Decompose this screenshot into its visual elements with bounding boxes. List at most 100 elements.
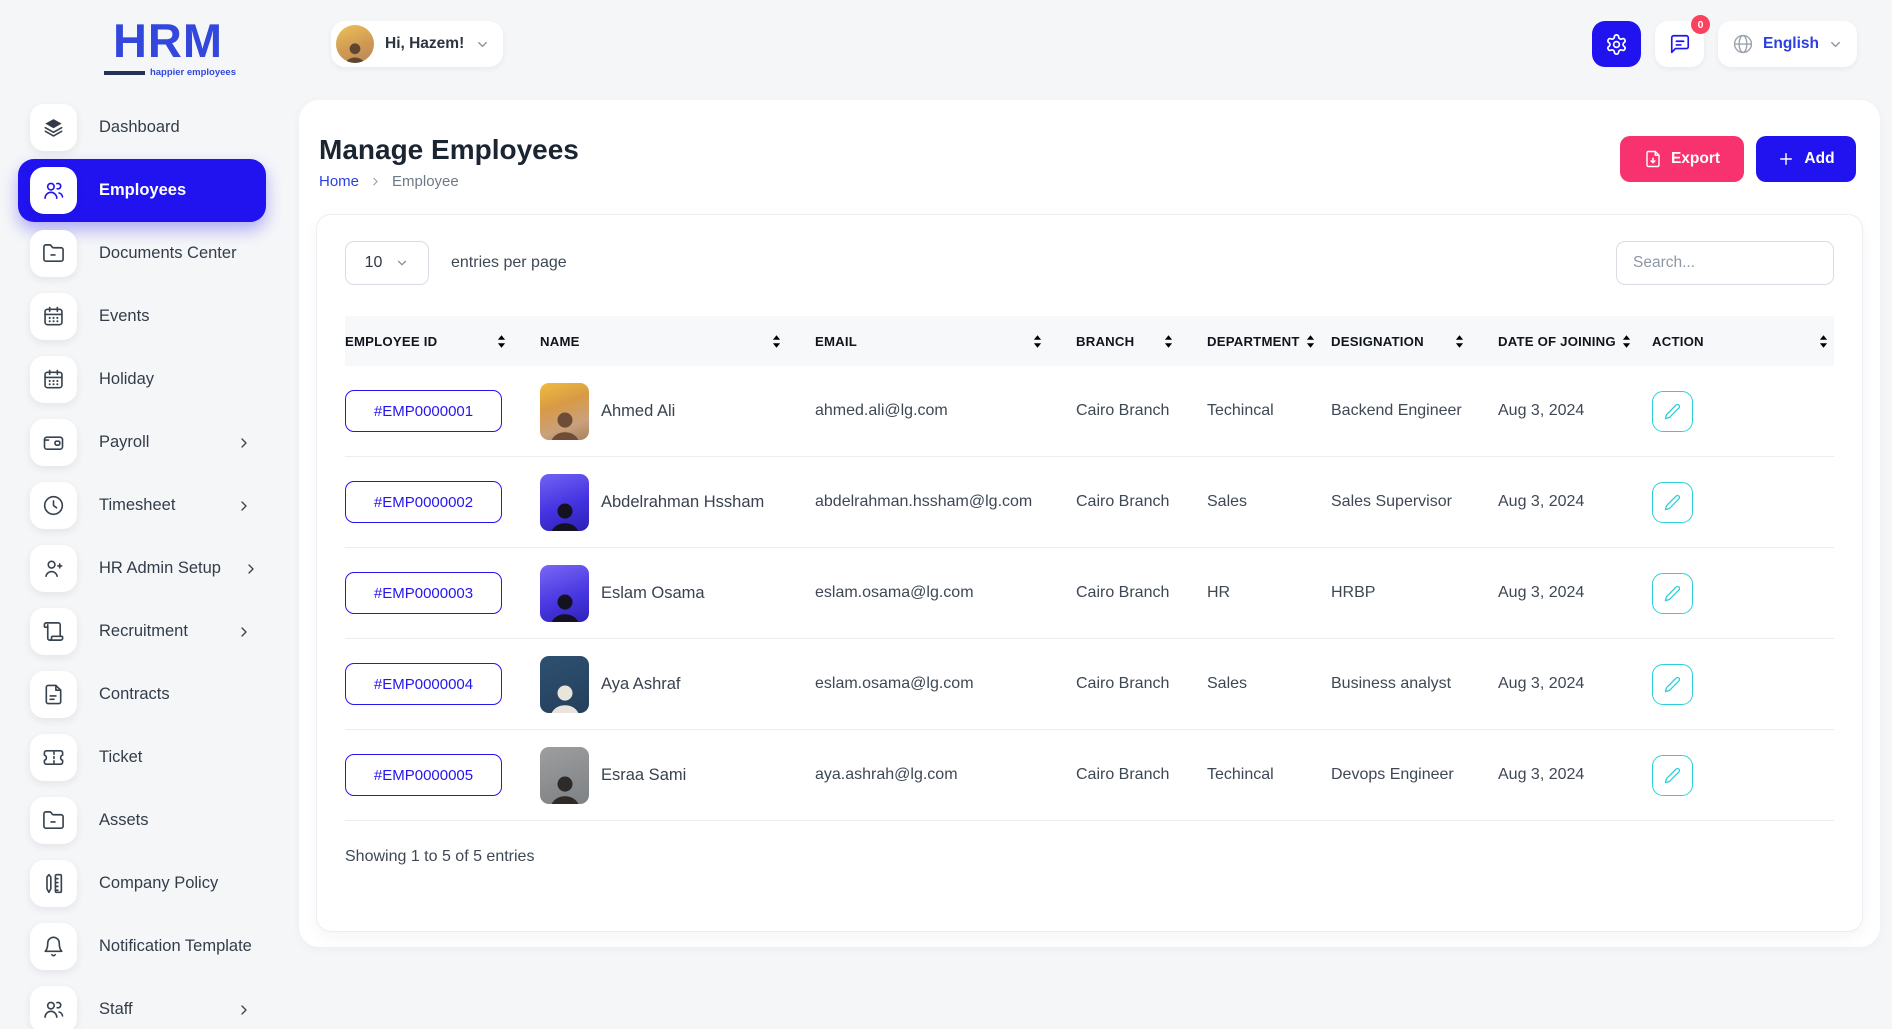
column-header-branch[interactable]: BRANCH <box>1076 334 1207 349</box>
pencil-icon <box>1664 494 1681 511</box>
entries-per-page-select[interactable]: 10 <box>345 241 429 285</box>
sidebar-item-dashboard[interactable]: Dashboard <box>18 96 266 159</box>
employee-department: HR <box>1207 584 1331 602</box>
sidebar-item-documents-center[interactable]: Documents Center <box>18 222 266 285</box>
sidebar-item-recruitment[interactable]: Recruitment <box>18 600 266 663</box>
employee-branch: Cairo Branch <box>1076 584 1207 602</box>
users-icon <box>30 167 77 214</box>
employee-department: Techincal <box>1207 766 1331 784</box>
add-button[interactable]: Add <box>1756 136 1856 182</box>
calendar-icon <box>30 293 77 340</box>
employee-date-of-joining: Aug 3, 2024 <box>1498 766 1652 784</box>
employee-name: Aya Ashraf <box>601 675 681 694</box>
employee-avatar <box>540 383 589 440</box>
sidebar-item-assets[interactable]: Assets <box>18 789 266 852</box>
employee-designation: Backend Engineer <box>1331 402 1498 420</box>
language-label: English <box>1763 35 1819 53</box>
sidebar-item-label: Employees <box>99 181 186 200</box>
globe-icon <box>1732 33 1754 55</box>
employee-name: Abdelrahman Hssham <box>601 493 764 512</box>
edit-button[interactable] <box>1652 664 1693 705</box>
employee-id-badge[interactable]: #EMP0000003 <box>345 572 502 614</box>
edit-button[interactable] <box>1652 482 1693 523</box>
employee-designation: Devops Engineer <box>1331 766 1498 784</box>
column-header-name[interactable]: NAME <box>540 334 815 349</box>
sidebar-item-label: Payroll <box>99 433 149 452</box>
chevron-right-icon <box>236 624 252 640</box>
scroll-icon <box>30 608 77 655</box>
chevron-right-icon <box>236 435 252 451</box>
employee-department: Sales <box>1207 493 1331 511</box>
column-header-designation[interactable]: DESIGNATION <box>1331 334 1498 349</box>
chevron-right-icon <box>236 1002 252 1018</box>
employee-name: Eslam Osama <box>601 584 705 603</box>
table-panel: 10 entries per page EMPLOYEE ID NAME EMA… <box>317 215 1862 931</box>
sidebar-item-label: Documents Center <box>99 244 237 263</box>
table-body: #EMP0000001 Ahmed Ali ahmed.ali@lg.com C… <box>345 366 1834 821</box>
page-title: Manage Employees <box>319 134 579 166</box>
pencil-icon <box>1664 585 1681 602</box>
messages-button[interactable]: 0 <box>1655 21 1704 67</box>
column-header-action[interactable]: ACTION <box>1652 334 1834 349</box>
logo-underline <box>104 71 145 75</box>
column-header-email[interactable]: EMAIL <box>815 334 1076 349</box>
breadcrumb: Home Employee <box>319 173 579 190</box>
employee-date-of-joining: Aug 3, 2024 <box>1498 402 1652 420</box>
ticket-icon <box>30 734 77 781</box>
sidebar-item-staff[interactable]: Staff <box>18 978 266 1029</box>
employee-designation: Business analyst <box>1331 675 1498 693</box>
employee-id-badge[interactable]: #EMP0000004 <box>345 663 502 705</box>
pencil-icon <box>1664 403 1681 420</box>
employee-id-badge[interactable]: #EMP0000002 <box>345 481 502 523</box>
sort-icon <box>1622 334 1631 349</box>
sidebar-item-hr-admin-setup[interactable]: HR Admin Setup <box>18 537 266 600</box>
table-row: #EMP0000002 Abdelrahman Hssham abdelrahm… <box>345 457 1834 548</box>
sidebar-item-employees[interactable]: Employees <box>18 159 266 222</box>
column-header-employee-id[interactable]: EMPLOYEE ID <box>345 334 540 349</box>
employee-id-badge[interactable]: #EMP0000005 <box>345 754 502 796</box>
column-header-date-of-joining[interactable]: DATE OF JOINING <box>1498 334 1652 349</box>
entries-per-page-label: entries per page <box>451 254 567 272</box>
settings-button[interactable] <box>1592 21 1641 67</box>
sidebar-item-contracts[interactable]: Contracts <box>18 663 266 726</box>
sort-icon <box>1033 334 1042 349</box>
page-content: Manage Employees Home Employee Export <box>284 74 1892 947</box>
user-menu[interactable]: Hi, Hazem! <box>331 21 503 67</box>
sidebar-item-timesheet[interactable]: Timesheet <box>18 474 266 537</box>
search-input[interactable] <box>1616 241 1834 285</box>
chevron-right-icon <box>369 175 382 188</box>
chat-icon <box>1669 33 1691 55</box>
employee-date-of-joining: Aug 3, 2024 <box>1498 584 1652 602</box>
export-button[interactable]: Export <box>1620 136 1744 182</box>
edit-button[interactable] <box>1652 391 1693 432</box>
sort-icon <box>772 334 781 349</box>
employee-department: Sales <box>1207 675 1331 693</box>
employee-avatar <box>540 656 589 713</box>
layers-icon <box>30 104 77 151</box>
sidebar-item-label: Notification Template <box>99 937 252 956</box>
sort-icon <box>1455 334 1464 349</box>
pencil-icon <box>1664 676 1681 693</box>
brand-tagline: happier employees <box>150 67 236 78</box>
sidebar-item-payroll[interactable]: Payroll <box>18 411 266 474</box>
sidebar-item-holiday[interactable]: Holiday <box>18 348 266 411</box>
sidebar-item-label: Staff <box>99 1000 133 1019</box>
plus-icon <box>1777 150 1795 168</box>
sidebar-item-ticket[interactable]: Ticket <box>18 726 266 789</box>
file-icon <box>30 671 77 718</box>
employee-date-of-joining: Aug 3, 2024 <box>1498 493 1652 511</box>
sidebar-item-company-policy[interactable]: Company Policy <box>18 852 266 915</box>
language-selector[interactable]: English <box>1718 21 1857 67</box>
sidebar-item-label: Contracts <box>99 685 170 704</box>
edit-button[interactable] <box>1652 573 1693 614</box>
sidebar-item-events[interactable]: Events <box>18 285 266 348</box>
manage-employees-card: Manage Employees Home Employee Export <box>299 100 1880 947</box>
sidebar-item-notification-template[interactable]: Notification Template <box>18 915 266 978</box>
brand-logo[interactable]: HRM happier employees <box>100 16 236 78</box>
breadcrumb-home-link[interactable]: Home <box>319 173 359 190</box>
column-header-department[interactable]: DEPARTMENT <box>1207 334 1331 349</box>
edit-button[interactable] <box>1652 755 1693 796</box>
employee-avatar <box>540 747 589 804</box>
user-greeting: Hi, Hazem! <box>385 35 464 53</box>
employee-id-badge[interactable]: #EMP0000001 <box>345 390 502 432</box>
